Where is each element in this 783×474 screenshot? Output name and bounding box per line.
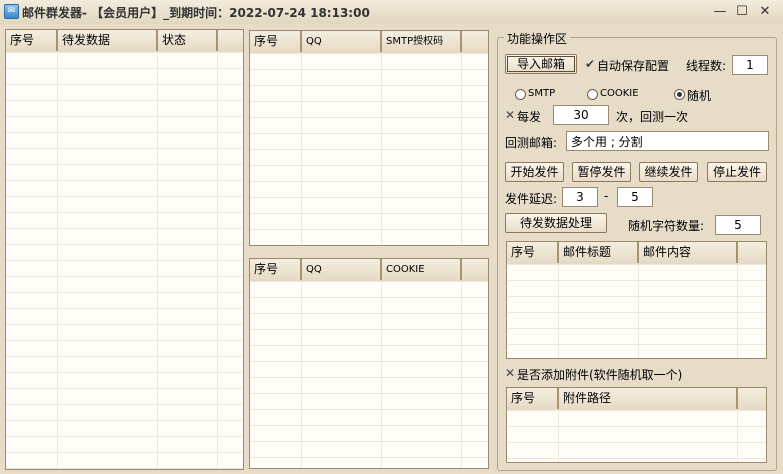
operations-group-title: 功能操作区 (504, 30, 571, 47)
import-mailbox-button[interactable]: 导入邮箱 (505, 54, 577, 74)
pending-data-table-header: 序号 待发数据 状态 (6, 30, 243, 53)
threads-label: 线程数: (686, 59, 727, 73)
attachment-path-table-body[interactable] (507, 410, 766, 462)
column-header-filler (738, 388, 766, 409)
column-header-filler (218, 30, 243, 51)
envelope-app-icon: ✉ (4, 4, 19, 19)
stop-send-button[interactable]: 停止发件 (707, 162, 767, 182)
test-mailbox-input[interactable] (566, 131, 769, 151)
window-title: 邮件群发器- 【会员用户】_到期时间：2022-07-24 18:13:00 (22, 6, 370, 20)
column-header-index[interactable]: 序号 (250, 259, 302, 280)
pending-data-table-body[interactable] (6, 52, 243, 469)
send-delay-label: 发件延迟: (505, 192, 558, 206)
column-header-cookie[interactable]: COOKIE (382, 259, 462, 280)
delay-max-input[interactable] (617, 187, 653, 207)
attachment-label: 是否添加附件(软件随机取一个) (517, 368, 683, 382)
cookie-account-table-body[interactable] (250, 281, 488, 468)
column-header-filler (738, 242, 766, 263)
column-header-filler (462, 31, 488, 52)
close-button[interactable]: ✕ (755, 2, 775, 22)
resume-send-button[interactable]: 继续发件 (639, 162, 698, 182)
column-header-qq[interactable]: QQ (302, 259, 382, 280)
radio-cookie[interactable] (587, 89, 598, 100)
column-header-pending-data[interactable]: 待发数据 (58, 30, 158, 51)
random-chars-input[interactable] (715, 215, 761, 235)
column-header-index[interactable]: 序号 (6, 30, 58, 51)
column-header-mail-body[interactable]: 邮件内容 (639, 242, 738, 263)
radio-smtp[interactable] (515, 89, 526, 100)
mail-content-table[interactable]: 序号 邮件标题 邮件内容 (506, 241, 767, 359)
random-chars-label: 随机字符数量: (628, 219, 705, 233)
attachment-checkbox[interactable]: ✕ (505, 366, 515, 380)
attachment-path-table-header: 序号 附件路径 (507, 388, 766, 411)
pending-data-table[interactable]: 序号 待发数据 状态 (5, 29, 244, 470)
radio-smtp-label: SMTP (528, 88, 556, 99)
column-header-index[interactable]: 序号 (507, 388, 559, 409)
every-suffix-label: 次，回测一次 (616, 110, 689, 124)
mail-content-table-body[interactable] (507, 264, 766, 358)
column-header-index[interactable]: 序号 (507, 242, 559, 263)
delay-min-input[interactable] (562, 187, 598, 207)
threads-input[interactable] (732, 55, 768, 75)
column-header-mail-subject[interactable]: 邮件标题 (559, 242, 639, 263)
smtp-account-table-body[interactable] (250, 53, 488, 245)
column-header-filler (462, 259, 488, 280)
column-header-status[interactable]: 状态 (158, 30, 218, 51)
delay-separator: - (604, 189, 609, 203)
every-checkbox[interactable]: ✕ (505, 108, 515, 122)
radio-cookie-label: COOKIE (600, 88, 639, 99)
radio-random-label: 随机 (687, 89, 712, 103)
process-pending-data-button[interactable]: 待发数据处理 (505, 213, 607, 233)
attachment-path-table[interactable]: 序号 附件路径 (506, 387, 767, 463)
column-header-smtp-auth-code[interactable]: SMTP授权码 (382, 31, 462, 52)
smtp-account-table[interactable]: 序号 QQ SMTP授权码 (249, 30, 489, 246)
autosave-label: 自动保存配置 (597, 59, 670, 73)
cookie-account-table-header: 序号 QQ COOKIE (250, 259, 488, 282)
every-count-input[interactable] (553, 105, 609, 125)
pause-send-button[interactable]: 暂停发件 (572, 162, 631, 182)
autosave-checkbox[interactable]: ✔ (585, 57, 595, 71)
minimize-button[interactable]: — (710, 2, 730, 22)
column-header-attachment-path[interactable]: 附件路径 (559, 388, 738, 409)
test-mailbox-label: 回测邮箱: (505, 136, 558, 150)
column-header-qq[interactable]: QQ (302, 31, 382, 52)
radio-random[interactable] (674, 89, 685, 100)
every-label: 每发 (517, 110, 542, 124)
cookie-account-table[interactable]: 序号 QQ COOKIE (249, 258, 489, 469)
start-send-button[interactable]: 开始发件 (505, 162, 564, 182)
smtp-account-table-header: 序号 QQ SMTP授权码 (250, 31, 488, 54)
mail-content-table-header: 序号 邮件标题 邮件内容 (507, 242, 766, 265)
maximize-button[interactable]: ☐ (732, 2, 752, 22)
column-header-index[interactable]: 序号 (250, 31, 302, 52)
